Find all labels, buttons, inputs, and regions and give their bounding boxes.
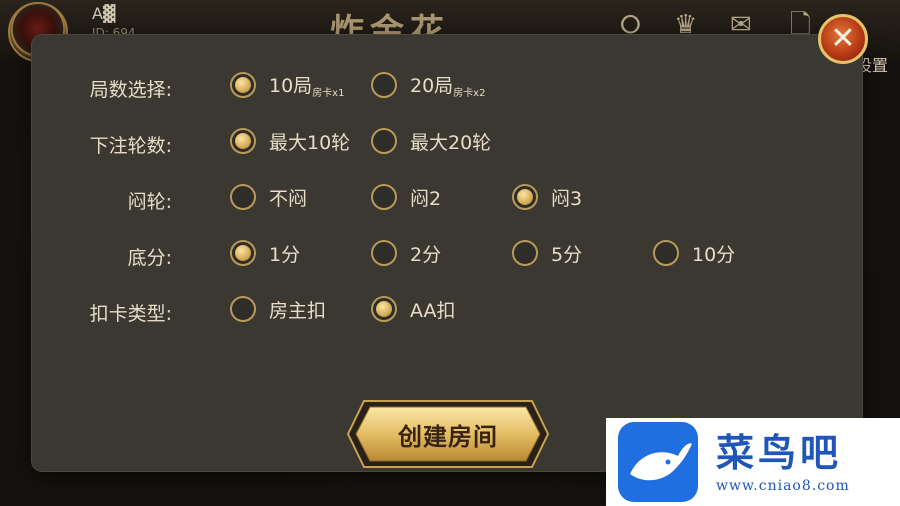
- radio-selected-dot: [235, 77, 251, 93]
- radio-option[interactable]: 闷3: [512, 179, 582, 215]
- radio-option-label: 最大20轮: [410, 128, 491, 155]
- radio-option-text: 1分: [269, 243, 301, 266]
- radio-option-subtext: 房卡x2: [453, 88, 486, 99]
- radio-option[interactable]: 闷2: [371, 179, 441, 215]
- radio-button[interactable]: [230, 72, 256, 98]
- radio-option-label: 房主扣: [269, 296, 326, 323]
- radio-button[interactable]: [230, 184, 256, 210]
- radio-option-subtext: 房卡x1: [312, 88, 345, 99]
- radio-option-label: 10局房卡x1: [269, 71, 344, 99]
- radio-button[interactable]: [371, 296, 397, 322]
- player-name: A▓: [92, 4, 116, 23]
- radio-button[interactable]: [371, 240, 397, 266]
- radio-option-text: 房主扣: [269, 299, 327, 322]
- radio-option-text: AA扣: [410, 299, 456, 322]
- radio-button[interactable]: [371, 72, 397, 98]
- radio-option-text: 闷2: [410, 187, 442, 210]
- radio-option-text: 10分: [692, 243, 736, 266]
- radio-option[interactable]: 房主扣: [230, 291, 326, 327]
- radio-option[interactable]: 最大20轮: [371, 123, 491, 159]
- radio-option[interactable]: 1分: [230, 235, 300, 271]
- radio-selected-dot: [235, 245, 251, 261]
- radio-option-label: 10分: [692, 240, 735, 267]
- create-room-button[interactable]: 创建房间: [346, 399, 550, 469]
- radio-option-text: 闷3: [551, 187, 583, 210]
- option-row-label: 下注轮数:: [89, 135, 172, 157]
- option-row: 闷轮: 不闷 闷2 闷3: [32, 179, 862, 215]
- option-row-label: 闷轮:: [127, 191, 172, 213]
- option-row: 底分: 1分 2分 5分 10分: [32, 235, 862, 271]
- radio-option-text: 最大10轮: [269, 131, 351, 154]
- radio-button[interactable]: [512, 240, 538, 266]
- option-row-label: 扣卡类型:: [89, 303, 172, 325]
- radio-selected-dot: [376, 301, 392, 317]
- radio-option-text: 2分: [410, 243, 442, 266]
- radio-option[interactable]: 不闷: [230, 179, 307, 215]
- radio-option-label: 5分: [551, 240, 582, 267]
- radio-option[interactable]: 20局房卡x2: [371, 67, 485, 103]
- close-button[interactable]: ✕: [818, 14, 868, 64]
- radio-option-label: 闷2: [410, 184, 441, 211]
- radio-option-text: 5分: [551, 243, 583, 266]
- radio-option-text: 最大20轮: [410, 131, 492, 154]
- create-room-dialog: 局数选择: 10局房卡x1 20局房卡x2 下注轮数: 最大10轮 最大20轮 闷轮: 不闷闷…: [32, 35, 862, 471]
- watermark-url: www.cniao8.com: [716, 478, 850, 494]
- close-icon: ✕: [830, 21, 856, 56]
- radio-selected-dot: [517, 189, 533, 205]
- radio-button[interactable]: [230, 296, 256, 322]
- radio-selected-dot: [235, 133, 251, 149]
- radio-option[interactable]: 5分: [512, 235, 582, 271]
- radio-button[interactable]: [512, 184, 538, 210]
- radio-button[interactable]: [230, 240, 256, 266]
- radio-option-text: 20局: [410, 75, 454, 97]
- radio-button[interactable]: [653, 240, 679, 266]
- create-room-label: 创建房间: [398, 422, 498, 451]
- site-watermark: 菜鸟吧 www.cniao8.com: [606, 418, 900, 506]
- option-row: 扣卡类型: 房主扣 AA扣: [32, 291, 862, 327]
- watermark-title: 菜鸟吧: [716, 430, 843, 475]
- radio-option-label: 2分: [410, 240, 441, 267]
- radio-button[interactable]: [371, 184, 397, 210]
- radio-option-label: 闷3: [551, 184, 582, 211]
- radio-option-label: 不闷: [269, 184, 307, 211]
- radio-option-text: 不闷: [269, 187, 308, 210]
- radio-option-text: 10局: [269, 75, 313, 97]
- radio-option-label: 1分: [269, 240, 300, 267]
- option-row-label: 局数选择:: [89, 79, 172, 101]
- radio-button[interactable]: [371, 128, 397, 154]
- radio-option[interactable]: 10局房卡x1: [230, 67, 344, 103]
- radio-option-label: 20局房卡x2: [410, 71, 485, 99]
- radio-option-label: AA扣: [410, 296, 456, 323]
- radio-option[interactable]: 10分: [653, 235, 735, 271]
- radio-option-label: 最大10轮: [269, 128, 350, 155]
- radio-option[interactable]: 最大10轮: [230, 123, 350, 159]
- radio-option[interactable]: AA扣: [371, 291, 456, 327]
- radio-button[interactable]: [230, 128, 256, 154]
- option-row: 局数选择: 10局房卡x1 20局房卡x2: [32, 67, 862, 103]
- option-row-label: 底分:: [127, 247, 172, 269]
- option-row: 下注轮数: 最大10轮 最大20轮: [32, 123, 862, 159]
- bird-logo-icon: [618, 422, 698, 502]
- radio-option[interactable]: 2分: [371, 235, 441, 271]
